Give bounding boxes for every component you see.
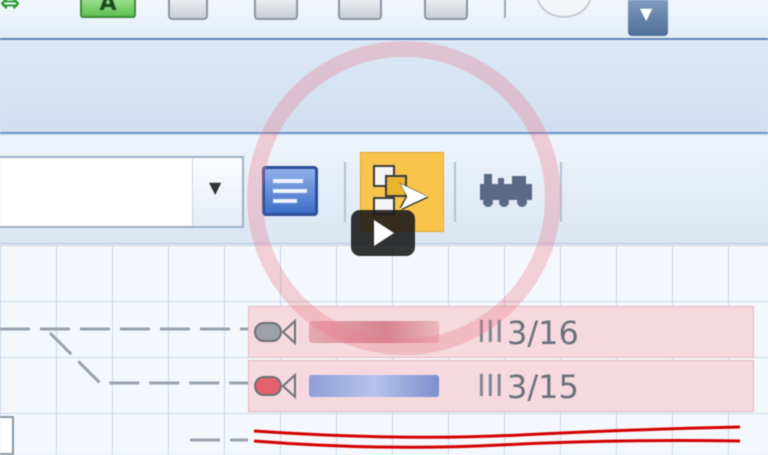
layout-select[interactable]: ▼ [0,156,244,228]
signal-icon [254,318,296,346]
toolbar-overflow-button[interactable]: ▼ [628,0,668,36]
track-class: III [477,369,504,404]
document-icon[interactable] [0,416,14,455]
signal-indicator [254,322,282,342]
text-a-button[interactable]: A [80,0,136,18]
train-row[interactable]: III 3/15 [248,360,754,412]
play-icon [374,220,394,246]
toolbar-separator [504,0,506,18]
chevron-down-icon: ▼ [209,178,222,197]
highlight-ring [247,41,561,355]
play-button[interactable] [351,210,415,256]
track-number: 3/16 [507,314,579,352]
chevron-down-icon: ▼ [640,4,653,23]
dropdown-button[interactable]: ▼ [192,158,242,226]
red-track-line [253,425,741,449]
track-number: 3/15 [507,368,579,406]
copy-icon[interactable] [254,0,298,20]
signal-indicator [254,376,282,396]
signal-icon [254,372,296,400]
paste-icon[interactable] [424,0,468,20]
train-thumbnail [309,375,439,397]
clock-icon[interactable] [536,0,592,18]
green-double-arrow-icon[interactable]: ⇔ [0,0,20,15]
text-a-label: A [99,0,117,16]
top-toolbar: ⇔ A ▼ [0,0,768,40]
window-icon[interactable] [168,0,208,20]
edit-document-icon[interactable] [338,0,382,20]
